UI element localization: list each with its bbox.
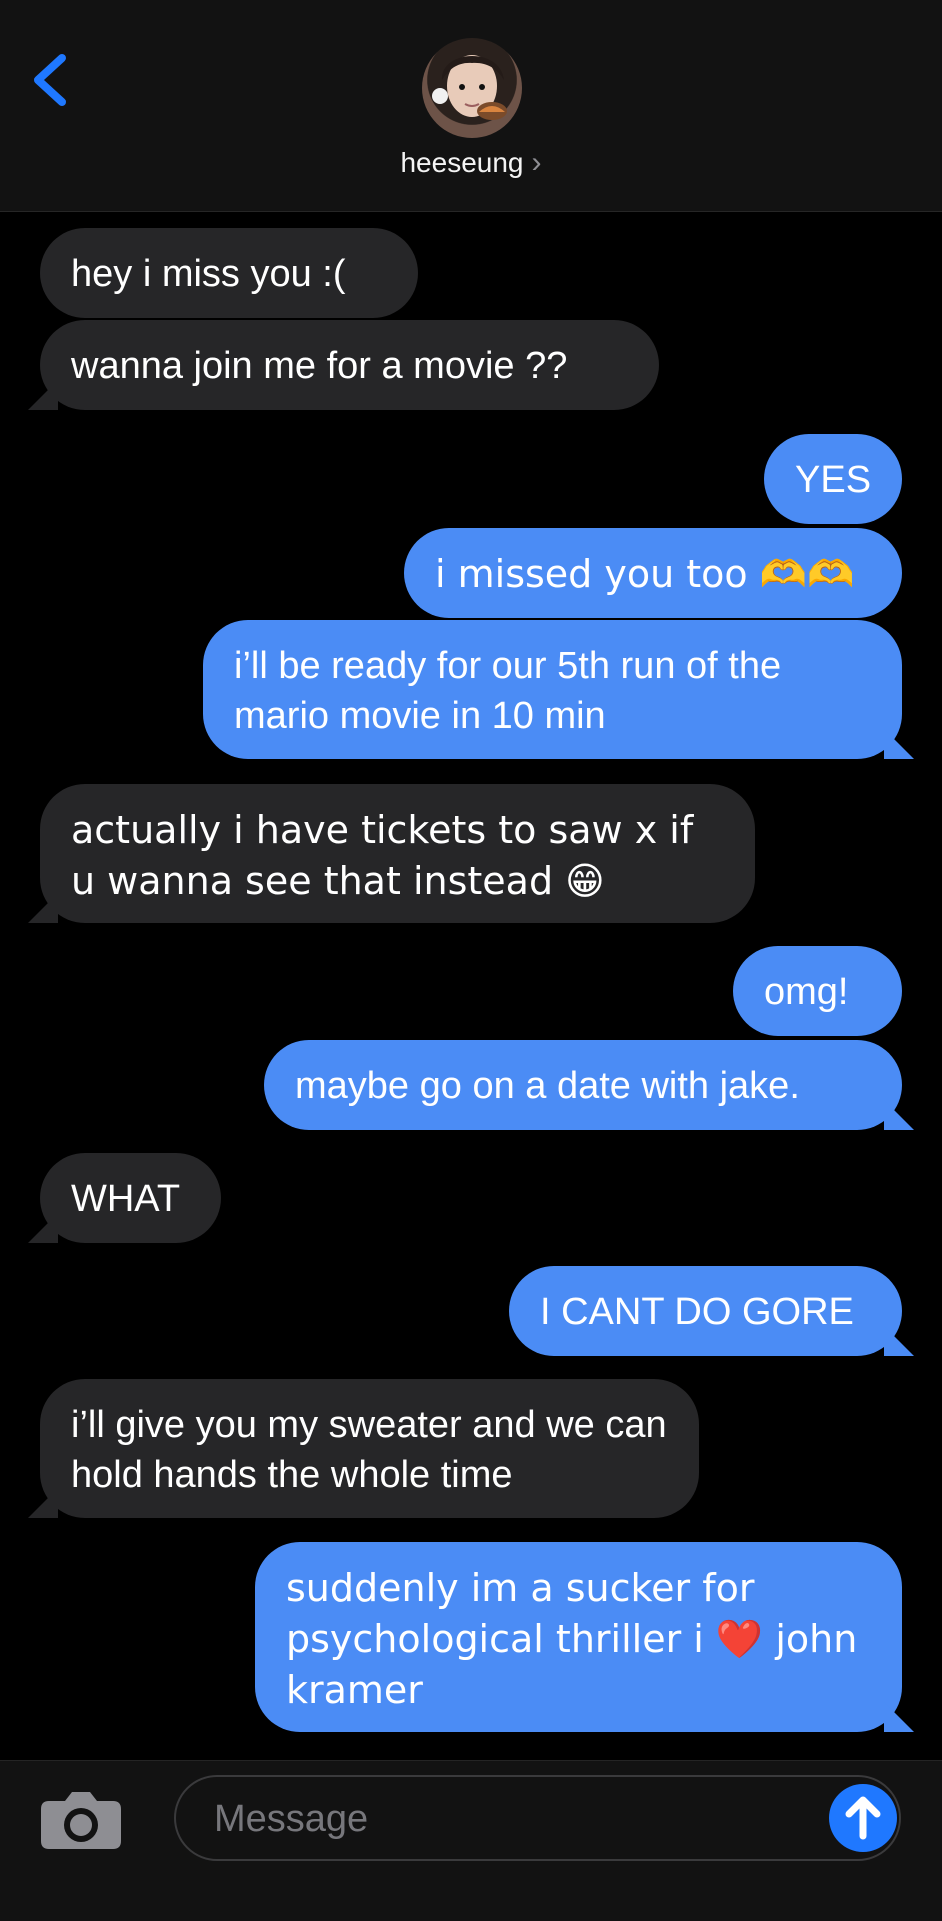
message-text: YES: [795, 459, 872, 501]
contact-name-button[interactable]: heeseung ›: [0, 146, 942, 180]
outgoing-message[interactable]: i missed you too 🫶🫶: [404, 528, 902, 618]
incoming-message[interactable]: WHAT: [40, 1153, 221, 1243]
outgoing-message[interactable]: i’ll be ready for our 5th run of the mar…: [203, 620, 902, 759]
message-text: omg!: [764, 971, 849, 1013]
message-input[interactable]: [212, 1791, 776, 1847]
camera-icon[interactable]: [41, 1787, 121, 1849]
incoming-message[interactable]: wanna join me for a movie ??: [40, 320, 659, 410]
message-text: maybe go on a date with jake.: [295, 1065, 800, 1107]
chevron-right-icon: ›: [531, 146, 542, 179]
message-field[interactable]: [174, 1775, 901, 1861]
outgoing-message[interactable]: YES: [764, 434, 902, 524]
incoming-message[interactable]: i’ll give you my sweater and we can hold…: [40, 1379, 699, 1518]
avatar-portrait-icon: [432, 55, 507, 120]
message-text: wanna join me for a movie ??: [71, 345, 568, 387]
incoming-message[interactable]: actually i have tickets to saw x if u wa…: [40, 784, 755, 923]
message-text: hey i miss you :(: [71, 253, 346, 295]
send-button[interactable]: [829, 1784, 897, 1852]
arrow-up-icon: [845, 1796, 881, 1840]
incoming-message[interactable]: hey i miss you :(: [40, 228, 418, 318]
contact-avatar[interactable]: [422, 38, 522, 138]
outgoing-message[interactable]: maybe go on a date with jake.: [264, 1040, 902, 1130]
outgoing-message[interactable]: I CANT DO GORE: [509, 1266, 902, 1356]
contact-name: heeseung: [400, 147, 524, 178]
message-text: WHAT: [71, 1178, 181, 1220]
message-text: actually i have tickets to saw x if u wa…: [71, 808, 694, 903]
message-text: i’ll give you my sweater and we can hold…: [71, 1404, 667, 1496]
outgoing-message[interactable]: suddenly im a sucker for psychological t…: [255, 1542, 902, 1732]
back-chevron-icon[interactable]: [26, 52, 74, 108]
message-text: suddenly im a sucker for psychological t…: [286, 1566, 858, 1712]
message-text: i’ll be ready for our 5th run of the mar…: [234, 645, 782, 737]
message-text: I CANT DO GORE: [540, 1291, 854, 1333]
message-text: i missed you too 🫶🫶: [435, 552, 855, 596]
outgoing-message[interactable]: omg!: [733, 946, 902, 1036]
